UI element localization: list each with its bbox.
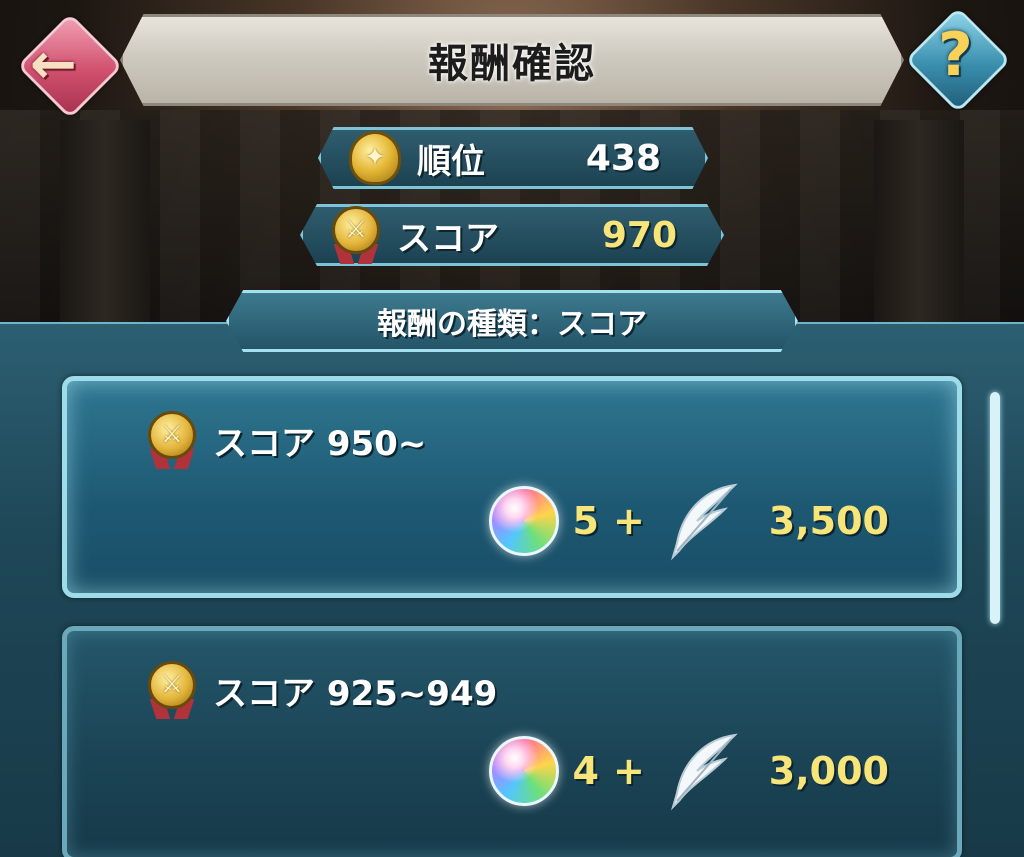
score-medal-icon — [145, 661, 199, 719]
orb-icon — [488, 736, 559, 806]
score-value: 970 — [601, 214, 677, 256]
feather-count: 3,500 — [768, 499, 889, 543]
back-arrow-icon: ← — [30, 32, 77, 97]
question-mark-icon: ? — [938, 20, 973, 90]
reward-tier: スコア 950~ — [145, 411, 426, 469]
rank-label: 順位 — [417, 141, 485, 182]
orb-icon — [488, 486, 559, 556]
reward-type-label: 報酬の種類：スコア — [377, 307, 647, 342]
reward-tier-label: スコア 925~949 — [213, 673, 498, 714]
back-button[interactable]: ← — [6, 4, 134, 128]
background-pillar — [60, 120, 150, 340]
rank-emblem-icon — [349, 131, 401, 185]
orb-count: 5 — [572, 499, 599, 543]
scrollbar[interactable] — [990, 392, 1000, 624]
reward-tier: スコア 925~949 — [145, 661, 497, 719]
score-medal-icon — [145, 411, 199, 469]
background-pillar — [874, 120, 964, 340]
reward-items: 5 + 3,500 — [488, 481, 889, 561]
help-button[interactable]: ? — [898, 0, 1018, 124]
feather-icon — [670, 733, 738, 811]
reward-tier-label: スコア 950~ — [213, 423, 427, 464]
score-label: スコア — [397, 218, 499, 259]
plus-sign: + — [612, 749, 645, 793]
feather-icon — [670, 483, 738, 561]
reward-type-header: 報酬の種類：スコア — [226, 290, 798, 352]
reward-items: 4 + 3,000 — [488, 731, 889, 811]
orb-count: 4 — [572, 749, 599, 793]
title-bar: 報酬確認 — [120, 14, 904, 106]
reward-card[interactable]: スコア 950~ 5 + 3,500 — [62, 376, 962, 598]
feather-count: 3,000 — [768, 749, 889, 793]
page-title: 報酬確認 — [428, 41, 596, 87]
plus-sign: + — [612, 499, 645, 543]
score-pill: スコア 970 — [300, 204, 724, 266]
score-medal-icon — [329, 206, 383, 264]
reward-card[interactable]: スコア 925~949 4 + 3,000 — [62, 626, 962, 857]
rank-pill: 順位 438 — [318, 127, 708, 189]
rank-value: 438 — [585, 137, 661, 179]
